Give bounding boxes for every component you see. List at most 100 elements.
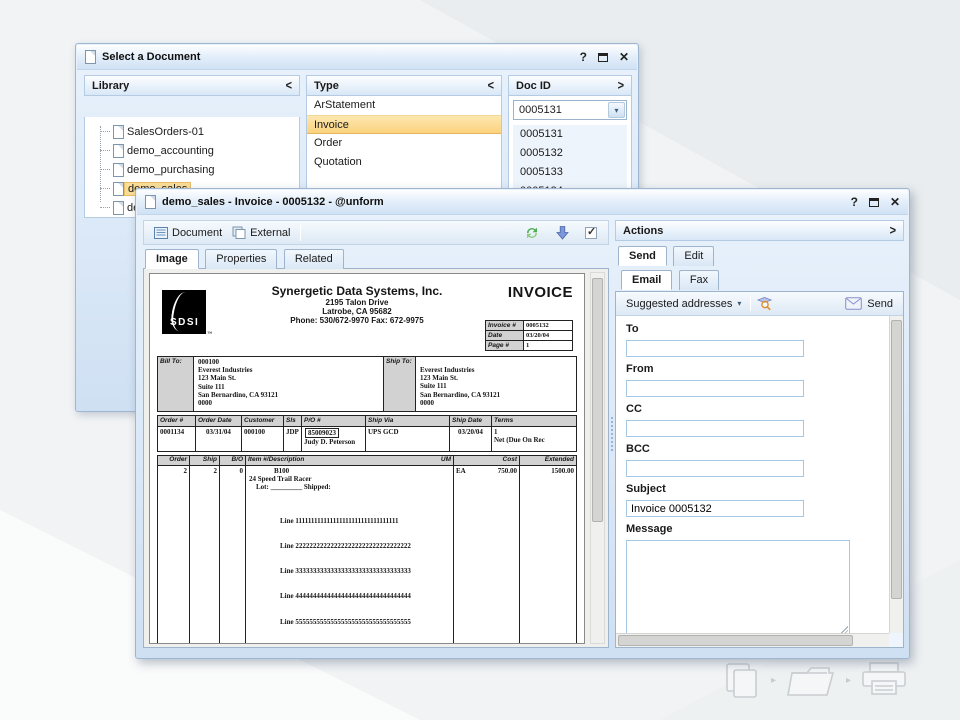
document-pane: Document External <box>143 220 609 648</box>
item-order-qty: 2 <box>158 466 190 644</box>
line-items-table: Order Ship B/O Item #/Description UM Cos… <box>157 455 577 644</box>
document-page-icon <box>85 50 96 64</box>
viewer-toolbar: Document External <box>143 220 609 245</box>
docid-combobox[interactable]: 0005131 ▾ <box>513 100 627 120</box>
items-col-header: B/O <box>220 456 246 465</box>
tab-image[interactable]: Image <box>145 249 199 269</box>
docid-item[interactable]: 0005132 <box>513 144 627 163</box>
type-item[interactable]: Quotation <box>307 153 501 172</box>
cc-input[interactable] <box>626 420 804 437</box>
document-page-icon <box>113 144 124 158</box>
select-window-titlebar[interactable]: Select a Document ? ✕ <box>77 45 637 70</box>
message-label: Message <box>626 523 879 535</box>
from-label: From <box>626 363 879 375</box>
invoice-title: INVOICE <box>508 284 573 301</box>
salesperson: JDP <box>284 427 302 451</box>
bill-to-line: Everest Industries <box>198 366 379 374</box>
collapse-left-icon[interactable]: < <box>488 78 494 92</box>
library-item-label: demo_purchasing <box>124 163 217 177</box>
toolbar-separator <box>750 296 751 311</box>
invoice-page: SDSI ™ Synergetic Data Systems, Inc. 219… <box>149 273 585 644</box>
order-col-header: Ship Date <box>450 416 492 426</box>
type-panel-header[interactable]: Type < <box>306 75 502 96</box>
document-vertical-scrollbar[interactable] <box>590 272 605 644</box>
scrollbar-thumb[interactable] <box>618 635 853 646</box>
collapse-left-icon[interactable]: < <box>286 78 292 92</box>
expand-right-icon[interactable]: > <box>618 78 624 92</box>
download-icon[interactable] <box>555 225 570 240</box>
tab-edit[interactable]: Edit <box>673 246 714 266</box>
background-workflow-icons: ▸ ▸ <box>722 660 908 700</box>
item-note-line: Line 555555555555555555555555555555555 <box>280 618 451 626</box>
suggested-addresses-dropdown[interactable]: Suggested addresses ▾ <box>622 296 745 312</box>
meta-label: Page # <box>486 341 524 351</box>
po-contact: Judy D. Peterson <box>304 438 363 446</box>
library-item-label: SalesOrders-01 <box>124 125 207 139</box>
items-col-header: Order <box>158 456 190 465</box>
to-input[interactable] <box>626 340 804 357</box>
cc-label: CC <box>626 403 879 415</box>
tab-related[interactable]: Related <box>284 249 344 269</box>
email-form: To From CC BCC Subject <box>616 316 889 633</box>
close-button[interactable]: ✕ <box>890 196 900 208</box>
email-toolbar: Suggested addresses ▾ Send <box>616 292 903 316</box>
bill-to-address: 000100 Everest Industries 123 Main St. S… <box>194 357 384 411</box>
verified-checkbox[interactable]: ✓ <box>585 227 597 239</box>
item-note-line: Line 333333333333333333333333333333333 <box>280 567 451 575</box>
item-extended: 1500.00 <box>520 466 576 644</box>
maximize-button[interactable] <box>598 53 608 62</box>
expand-right-icon[interactable]: > <box>890 223 896 237</box>
library-item[interactable]: demo_purchasing <box>85 160 299 179</box>
tab-fax[interactable]: Fax <box>679 270 719 290</box>
tab-send[interactable]: Send <box>618 246 667 266</box>
type-item[interactable]: ArStatement <box>307 96 501 115</box>
send-subtabs: Email Fax <box>615 269 904 291</box>
meta-value: 0005132 <box>524 321 573 331</box>
close-button[interactable]: ✕ <box>619 51 629 63</box>
meta-value: 03/20/04 <box>524 331 573 341</box>
form-horizontal-scrollbar[interactable] <box>616 633 889 647</box>
type-item-selected[interactable]: Invoice <box>307 115 501 134</box>
docid-item[interactable]: 0005131 <box>513 125 627 144</box>
bcc-input[interactable] <box>626 460 804 477</box>
external-button[interactable]: External <box>227 224 295 241</box>
viewer-window-titlebar[interactable]: demo_sales - Invoice - 0005132 - @unform… <box>137 190 908 215</box>
address-search-icon[interactable] <box>756 296 773 311</box>
document-image-area: SDSI ™ Synergetic Data Systems, Inc. 219… <box>143 269 609 648</box>
message-textarea[interactable] <box>626 540 850 633</box>
form-vertical-scrollbar[interactable] <box>889 316 903 633</box>
tab-email[interactable]: Email <box>621 270 672 290</box>
type-item[interactable]: Order <box>307 134 501 153</box>
combo-dropdown-button[interactable]: ▾ <box>608 102 625 118</box>
docid-panel-header[interactable]: Doc ID > <box>508 75 632 96</box>
arrow-separator-icon: ▸ <box>846 675 851 686</box>
refresh-icon[interactable] <box>524 225 540 241</box>
scrollbar-thumb[interactable] <box>592 278 603 522</box>
document-button[interactable]: Document <box>149 225 227 241</box>
subject-input[interactable] <box>626 500 804 517</box>
document-list-icon <box>154 227 168 239</box>
items-col-header: Item #/Description UM <box>246 456 454 465</box>
from-input[interactable] <box>626 380 804 397</box>
tab-properties[interactable]: Properties <box>205 249 277 269</box>
terms-line2: Net (Due On Rec <box>494 436 574 444</box>
library-item[interactable]: demo_accounting <box>85 141 299 160</box>
ship-to-line: 123 Main St. <box>420 374 572 382</box>
library-panel-header[interactable]: Library < <box>84 75 300 96</box>
library-item[interactable]: SalesOrders-01 <box>85 122 299 141</box>
docid-item[interactable]: 0005133 <box>513 163 627 182</box>
suggested-addresses-label: Suggested addresses <box>626 298 732 310</box>
ship-to-address: Everest Industries 123 Main St. Suite 11… <box>416 357 576 411</box>
terms-line1: 1 <box>494 428 574 436</box>
help-button[interactable]: ? <box>851 196 858 208</box>
scrollbar-thumb[interactable] <box>891 320 902 599</box>
actions-header[interactable]: Actions > <box>615 220 904 241</box>
send-button[interactable]: Send <box>845 297 897 310</box>
sdsi-logo: SDSI <box>162 290 206 334</box>
maximize-button[interactable] <box>869 198 879 207</box>
subject-label: Subject <box>626 483 879 495</box>
select-window-title: Select a Document <box>102 51 200 63</box>
resize-grip-icon[interactable] <box>840 626 848 633</box>
ship-to-line: 0000 <box>420 399 572 407</box>
help-button[interactable]: ? <box>580 51 587 63</box>
